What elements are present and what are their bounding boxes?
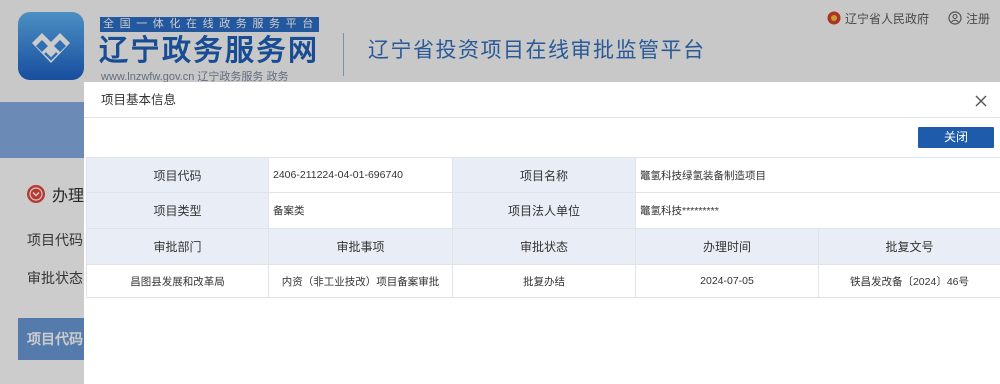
column-header-department: 审批部门 bbox=[86, 228, 269, 265]
project-info-table: 项目代码 2406-211224-04-01-696740 项目名称 鼈氢科技绿… bbox=[86, 157, 1000, 298]
project-code-label: 项目代码 bbox=[86, 157, 269, 193]
approval-status-cell: 批复办结 bbox=[452, 264, 636, 298]
project-name-label: 项目名称 bbox=[452, 157, 636, 193]
approval-doc-number-cell: 铁昌发改备〔2024〕46号 bbox=[818, 264, 1000, 298]
column-header-doc-number: 批复文号 bbox=[818, 228, 1000, 265]
table-row: 昌图县发展和改革局 内资（非工业技改）项目备案审批 批复办结 2024-07-0… bbox=[86, 264, 1000, 298]
project-name-value: 鼈氢科技绿氢装备制造项目 bbox=[635, 157, 1000, 193]
modal-header: 项目基本信息 bbox=[84, 82, 1000, 118]
close-button[interactable]: 关闭 bbox=[918, 127, 994, 148]
column-header-status: 审批状态 bbox=[452, 228, 636, 265]
project-code-value: 2406-211224-04-01-696740 bbox=[268, 157, 453, 193]
legal-entity-label: 项目法人单位 bbox=[452, 192, 636, 229]
modal-title: 项目基本信息 bbox=[101, 93, 177, 107]
approval-item-cell: 内资（非工业技改）项目备案审批 bbox=[268, 264, 453, 298]
column-header-item: 审批事项 bbox=[268, 228, 453, 265]
project-type-label: 项目类型 bbox=[86, 192, 269, 229]
column-header-date: 办理时间 bbox=[635, 228, 819, 265]
table-row: 项目代码 2406-211224-04-01-696740 项目名称 鼈氢科技绿… bbox=[86, 157, 1000, 193]
close-icon[interactable] bbox=[975, 94, 987, 107]
table-header-row: 审批部门 审批事项 审批状态 办理时间 批复文号 bbox=[86, 228, 1000, 265]
project-info-modal: 项目基本信息 关闭 项目代码 2406-211224-04-01-696740 … bbox=[84, 82, 1000, 384]
approval-date-cell: 2024-07-05 bbox=[635, 264, 819, 298]
approval-department-cell: 昌图县发展和改革局 bbox=[86, 264, 269, 298]
table-row: 项目类型 备案类 项目法人单位 鼈氢科技********* bbox=[86, 192, 1000, 229]
legal-entity-value: 鼈氢科技********* bbox=[635, 192, 1000, 229]
project-type-value: 备案类 bbox=[268, 192, 453, 229]
